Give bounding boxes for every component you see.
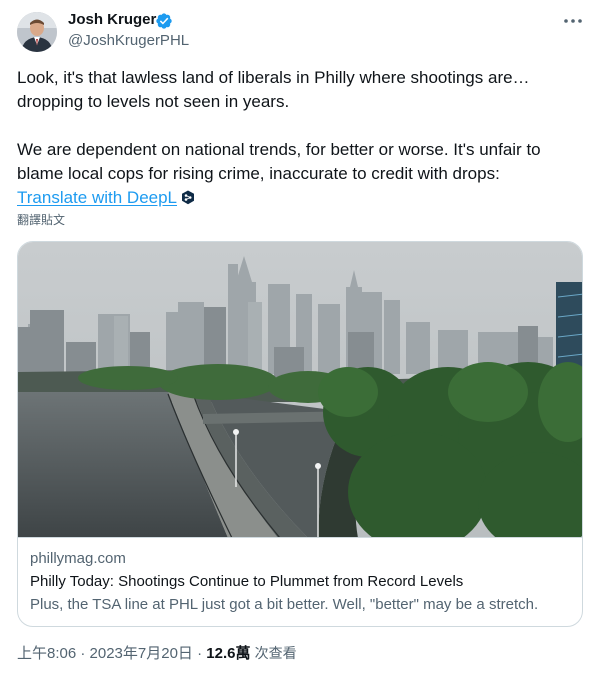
views-count: 12.6萬 — [206, 645, 251, 662]
tweet-meta: 上午8:06 · 2023年7月20日 · 12.6萬 次查看 — [17, 643, 297, 664]
translate-line: Translate with DeepL — [17, 186, 587, 210]
meta-separator: · — [197, 645, 203, 662]
card-description: Plus, the TSA line at PHL just got a bit… — [30, 596, 539, 613]
deepl-icon[interactable] — [181, 190, 195, 205]
tweet: Josh Kruger @JoshKrugerPHL Look, it's th… — [0, 0, 598, 683]
card-image[interactable] — [18, 242, 582, 538]
views-label: 次查看 — [254, 645, 297, 661]
avatar[interactable] — [17, 12, 57, 52]
translate-post-link[interactable]: 翻譯貼文 — [17, 212, 65, 228]
more-button[interactable] — [561, 10, 585, 32]
author-handle[interactable]: @JoshKrugerPHL — [68, 31, 189, 51]
card-title: Philly Today: Shootings Continue to Plum… — [30, 573, 464, 590]
translate-with-deepl-link[interactable]: Translate with DeepL — [17, 188, 177, 207]
author-name[interactable]: Josh Kruger — [68, 10, 156, 30]
tweet-paragraph-1: Look, it's that lawless land of liberals… — [17, 68, 530, 111]
more-dots-icon — [564, 19, 582, 23]
verified-badge-icon — [156, 13, 172, 29]
card-domain: phillymag.com — [30, 550, 126, 567]
link-card[interactable]: phillymag.com Philly Today: Shootings Co… — [17, 241, 583, 627]
tweet-paragraph-2: We are dependent on national trends, for… — [17, 140, 546, 183]
timestamp[interactable]: 上午8:06 · 2023年7月20日 — [17, 645, 193, 662]
tweet-text: Look, it's that lawless land of liberals… — [17, 66, 587, 210]
